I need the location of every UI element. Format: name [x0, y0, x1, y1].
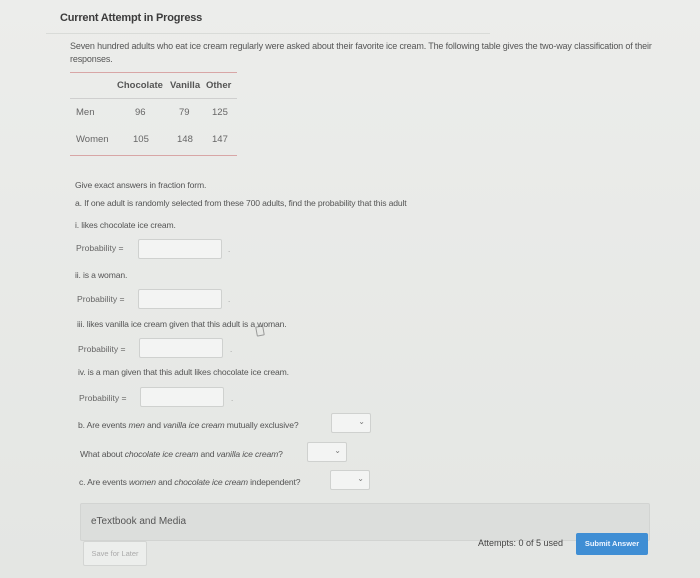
column-header-vanilla: Vanilla — [170, 80, 201, 91]
column-header-other: Other — [206, 80, 232, 91]
save-for-later-button[interactable]: Save for Later — [83, 541, 147, 566]
cell-men-vanilla: 79 — [179, 107, 190, 118]
probability-label: Probability = — [78, 344, 126, 354]
etextbook-media-panel[interactable]: eTextbook and Media — [80, 503, 650, 541]
chevron-down-icon: ⌄ — [358, 417, 365, 426]
cell-women-other: 147 — [212, 134, 228, 145]
part-a-prompt: a. If one adult is randomly selected fro… — [75, 198, 407, 208]
probability-input-iii[interactable] — [139, 338, 223, 358]
probability-input-i[interactable] — [138, 239, 222, 259]
probability-label: Probability = — [77, 294, 125, 304]
cell-men-other: 125 — [212, 107, 228, 118]
instructions: Give exact answers in fraction form. — [75, 180, 207, 190]
etextbook-media-label: eTextbook and Media — [91, 516, 187, 527]
period: . — [231, 394, 234, 403]
cell-women-chocolate: 105 — [133, 134, 149, 145]
part-a-i-text: i. likes chocolate ice cream. — [75, 220, 176, 230]
column-header-chocolate: Chocolate — [117, 80, 163, 91]
period: . — [228, 295, 231, 304]
mouse-cursor-icon — [255, 325, 265, 337]
period: . — [228, 245, 231, 254]
probability-label: Probability = — [76, 243, 124, 253]
table-top-rule — [70, 72, 237, 73]
part-a-iv-text: iv. is a man given that this adult likes… — [78, 367, 289, 377]
submit-answer-button[interactable]: Submit Answer — [576, 533, 648, 555]
chevron-down-icon: ⌄ — [334, 446, 341, 455]
period: . — [230, 345, 233, 354]
chevron-down-icon: ⌄ — [357, 474, 364, 483]
probability-input-iv[interactable] — [140, 387, 224, 407]
row-label-men: Men — [76, 107, 95, 118]
page-title: Current Attempt in Progress — [60, 12, 203, 24]
row-label-women: Women — [76, 134, 109, 145]
attempts-counter: Attempts: 0 of 5 used — [478, 538, 564, 548]
divider — [46, 33, 490, 34]
mutually-exclusive-select-2[interactable]: ⌄ — [307, 442, 347, 462]
page: Current Attempt in Progress Seven hundre… — [0, 0, 700, 578]
probability-label: Probability = — [79, 393, 127, 403]
question-intro: Seven hundred adults who eat ice cream r… — [70, 41, 652, 64]
table-header-rule — [70, 98, 237, 99]
cell-women-vanilla: 148 — [177, 134, 193, 145]
independence-select[interactable]: ⌄ — [330, 470, 370, 490]
table-bottom-rule — [70, 155, 237, 156]
part-b-question-2: What about chocolate ice cream and vanil… — [80, 449, 283, 459]
probability-input-ii[interactable] — [138, 289, 222, 309]
part-a-ii-text: ii. is a woman. — [75, 270, 128, 280]
mutually-exclusive-select-1[interactable]: ⌄ — [331, 413, 371, 433]
part-b-question-1: b. Are events men and vanilla ice cream … — [78, 420, 299, 430]
part-c-question: c. Are events women and chocolate ice cr… — [79, 477, 301, 487]
cell-men-chocolate: 96 — [135, 107, 146, 118]
